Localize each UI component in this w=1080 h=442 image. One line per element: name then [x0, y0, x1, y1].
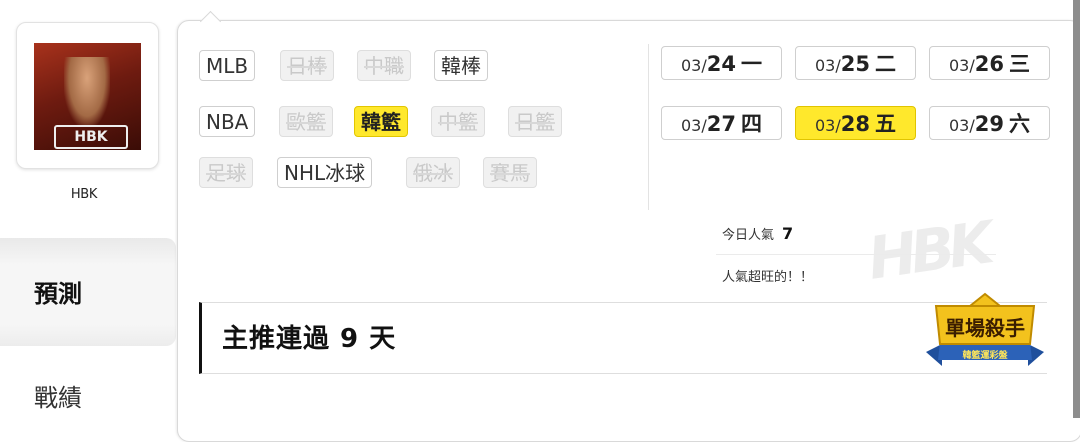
date-day: 27 — [706, 112, 736, 136]
streak-text: 主推連過 9 天 — [222, 324, 397, 354]
sport-chip-kor-basketball[interactable]: 韓籃 — [354, 106, 408, 137]
date-chip-0327[interactable]: 03/27 四 — [661, 106, 782, 140]
date-chip-0328[interactable]: 03/28 五 — [795, 106, 916, 140]
date-chip-0326[interactable]: 03/26 三 — [929, 46, 1050, 80]
avatar-logo: HBK — [54, 125, 128, 149]
sport-chip-cn-basketball: 中籃 — [431, 106, 485, 137]
avatar-figure — [64, 57, 110, 127]
date-weekday: 二 — [875, 52, 897, 76]
badge-title: 單場殺手 — [945, 316, 1025, 340]
popularity-row: 今日人氣 7 — [722, 224, 793, 243]
popularity-note: 人氣超旺的！！ — [722, 270, 814, 285]
popularity-value: 7 — [782, 224, 794, 243]
sport-chip-soccer: 足球 — [199, 157, 253, 188]
date-month: 03/ — [814, 56, 841, 75]
popularity-separator — [716, 254, 996, 255]
date-month: 03/ — [680, 56, 707, 75]
date-weekday: 一 — [741, 52, 763, 76]
badge-subtitle: 韓籃運彩盤 — [962, 351, 1008, 361]
sport-chip-jpn-baseball: 日棒 — [280, 50, 334, 81]
sport-chip-mlb[interactable]: MLB — [199, 50, 256, 81]
date-month: 03/ — [680, 116, 707, 135]
sport-chip-rus-hockey: 俄冰 — [406, 157, 460, 188]
username[interactable]: HBK — [0, 187, 168, 202]
avatar[interactable]: HBK — [34, 43, 141, 150]
date-day: 26 — [974, 52, 1004, 76]
sport-chip-nba[interactable]: NBA — [199, 106, 256, 137]
date-weekday: 六 — [1009, 112, 1031, 136]
tab-predict[interactable]: 預測 — [0, 238, 176, 346]
date-weekday: 五 — [875, 112, 897, 136]
sport-chip-horse-racing: 賽馬 — [483, 157, 537, 188]
scrollbar[interactable] — [1073, 0, 1080, 418]
tab-record[interactable]: 戰績 — [0, 360, 176, 418]
date-chip-0324[interactable]: 03/24 一 — [661, 46, 782, 80]
sport-chip-nhl[interactable]: NHL冰球 — [277, 157, 373, 188]
date-weekday: 三 — [1009, 52, 1031, 76]
date-chip-0325[interactable]: 03/25 二 — [795, 46, 916, 80]
avatar-card[interactable]: HBK — [16, 22, 159, 169]
date-month: 03/ — [948, 56, 975, 75]
date-day: 29 — [974, 112, 1004, 136]
popularity-label: 今日人氣 — [722, 228, 775, 243]
date-day: 24 — [706, 52, 736, 76]
date-weekday: 四 — [741, 112, 763, 136]
date-day: 28 — [840, 112, 870, 136]
date-month: 03/ — [948, 116, 975, 135]
date-month: 03/ — [814, 116, 841, 135]
date-chip-0329[interactable]: 03/29 六 — [929, 106, 1050, 140]
vertical-divider — [648, 44, 649, 210]
left-sidebar: HBK HBK 預測 戰績 — [0, 0, 185, 418]
sport-chip-jpn-basketball: 日籃 — [508, 106, 562, 137]
sport-chip-kbo[interactable]: 韓棒 — [434, 50, 488, 81]
sport-chip-euro-basketball: 歐籃 — [279, 106, 333, 137]
sport-chip-cpbl: 中職 — [357, 50, 411, 81]
date-day: 25 — [840, 52, 870, 76]
